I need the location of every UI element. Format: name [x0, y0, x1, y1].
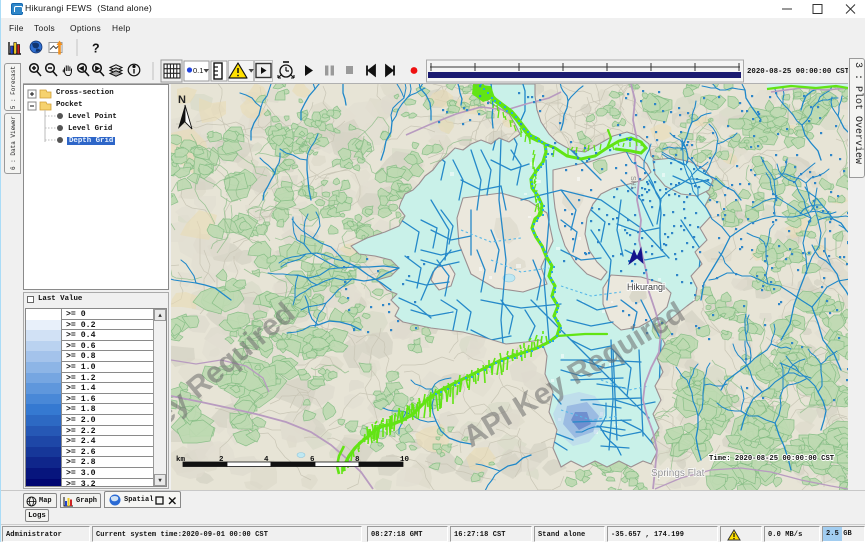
svg-text:Hikurangi: Hikurangi	[627, 282, 665, 292]
svg-text:?: ?	[92, 42, 100, 56]
svg-text:Springs Flat: Springs Flat	[651, 468, 705, 479]
svg-text:SH1: SH1	[629, 176, 636, 190]
svg-text:2020-08-25 00:00:00 CST: 2020-08-25 00:00:00 CST	[747, 68, 848, 76]
svg-text:Time: 2020-08-25 00:00:00 CST: Time: 2020-08-25 00:00:00 CST	[709, 455, 835, 463]
svg-text:0.1: 0.1	[193, 66, 203, 75]
svg-text:N: N	[178, 94, 186, 106]
